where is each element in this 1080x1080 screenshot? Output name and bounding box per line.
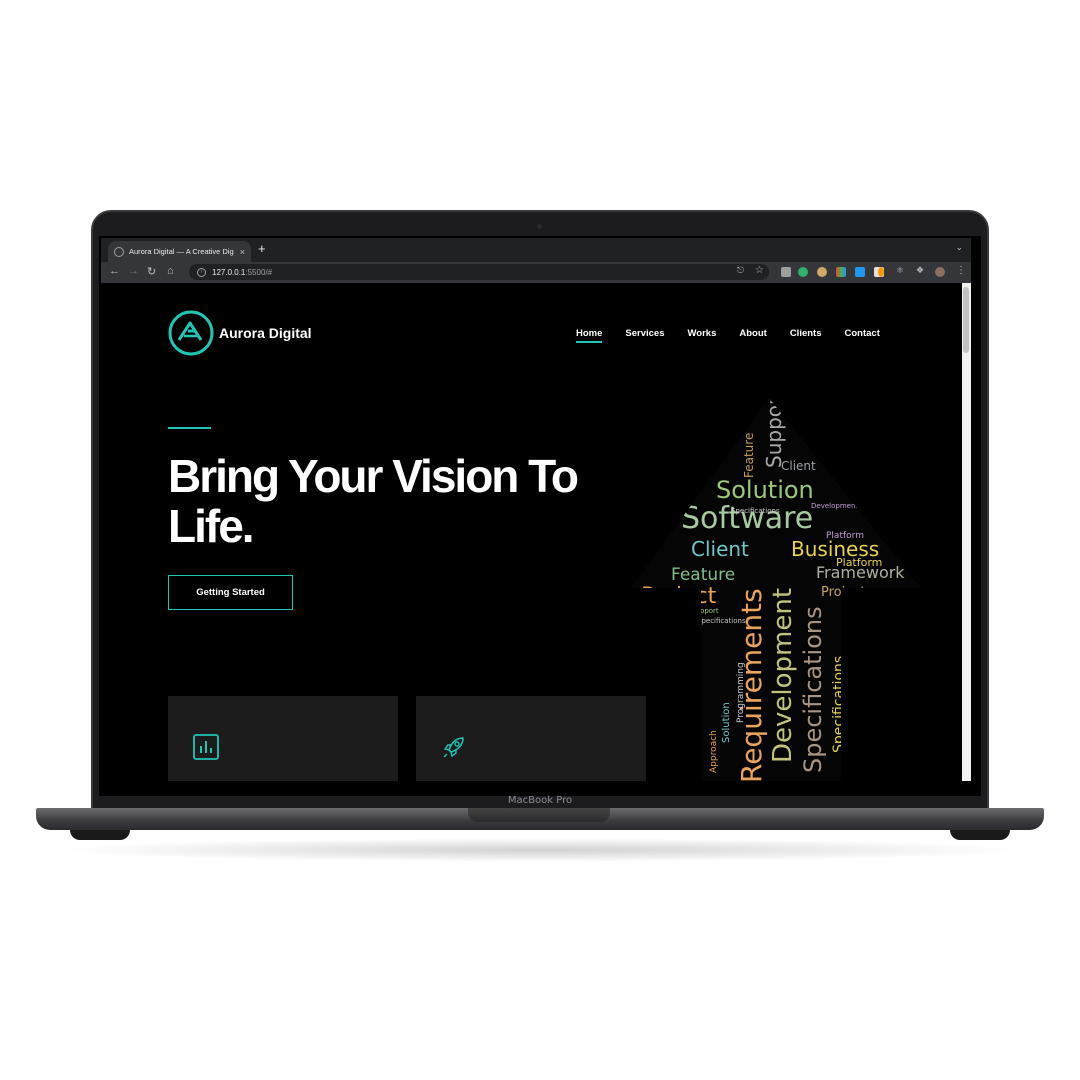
- laptop-notch: [468, 808, 610, 822]
- svg-text:Support: Support: [762, 398, 786, 468]
- react-extension-icon[interactable]: ⚛: [896, 265, 904, 276]
- url-path: :5500/#: [245, 267, 273, 277]
- svg-text:Support: Support: [691, 607, 719, 615]
- nav-item-about[interactable]: About: [739, 328, 766, 339]
- svg-text:Development: Development: [768, 588, 798, 763]
- nav-item-home[interactable]: Home: [576, 328, 603, 343]
- svg-text:Feature: Feature: [671, 565, 735, 585]
- web-page: Aurora Digital Home Services Works About…: [101, 283, 971, 781]
- browser-tab[interactable]: Aurora Digital — A Creative Dig ×: [108, 241, 251, 262]
- extension-icon[interactable]: [781, 267, 791, 277]
- svg-text:Platform: Platform: [836, 556, 882, 569]
- color-extension-icon[interactable]: [836, 267, 846, 277]
- svg-text:Specifications: Specifications: [731, 507, 780, 515]
- rocket-icon: [443, 737, 464, 758]
- menu-icon[interactable]: ⋮: [956, 265, 966, 276]
- aurora-logo-icon: [168, 310, 214, 356]
- nav-item-clients[interactable]: Clients: [790, 328, 822, 339]
- nav-item-services[interactable]: Services: [625, 328, 664, 339]
- reload-icon[interactable]: ↻: [147, 265, 156, 278]
- puzzle-icon[interactable]: ❖: [916, 265, 924, 276]
- chevron-down-icon[interactable]: ⌄: [955, 242, 963, 253]
- address-bar[interactable]: i 127.0.0.1:5500/#: [189, 264, 769, 280]
- svg-text:Solution: Solution: [721, 702, 732, 743]
- back-icon[interactable]: ←: [109, 265, 120, 277]
- feature-card[interactable]: [416, 696, 646, 781]
- laptop-shadow: [50, 838, 1030, 862]
- url-host: 127.0.0.1: [212, 267, 246, 277]
- grammar-extension-icon[interactable]: [798, 267, 808, 277]
- browser-toolbar: ← → ↻ ⌂ i 127.0.0.1:5500/# ⎋ ☆ ⚛ ❖ ⋮: [101, 262, 971, 283]
- dot-extension-icon[interactable]: [878, 267, 884, 277]
- avatar[interactable]: [935, 267, 945, 277]
- device-label: MacBook Pro: [507, 795, 573, 806]
- page-scrollbar[interactable]: [962, 283, 971, 781]
- svg-text:Solution: Solution: [716, 476, 814, 504]
- new-tab-button[interactable]: +: [258, 241, 266, 256]
- svg-text:Client: Client: [781, 459, 816, 473]
- window-extension-icon[interactable]: [855, 267, 865, 277]
- nav-item-contact[interactable]: Contact: [845, 328, 880, 339]
- info-icon[interactable]: i: [197, 267, 206, 277]
- svg-text:Specifications: Specifications: [831, 656, 847, 753]
- home-icon[interactable]: ⌂: [167, 265, 174, 277]
- nav-item-works[interactable]: Works: [688, 328, 717, 339]
- cookie-extension-icon[interactable]: [817, 267, 827, 277]
- forward-icon[interactable]: →: [128, 265, 139, 277]
- svg-text:Platform: Platform: [826, 531, 864, 541]
- svg-text:Specifications: Specifications: [697, 617, 746, 625]
- brand-name: Aurora Digital: [219, 325, 312, 341]
- getting-started-button[interactable]: Getting Started: [168, 575, 293, 610]
- feature-card[interactable]: [168, 696, 398, 781]
- software-wordcloud-image: Solution Software Client Business Featur…: [631, 398, 921, 781]
- tab-title: Aurora Digital — A Creative Dig: [129, 247, 234, 256]
- laptop-foot-right: [950, 830, 1010, 840]
- close-icon[interactable]: ×: [240, 247, 245, 257]
- star-icon[interactable]: ☆: [755, 265, 764, 276]
- svg-text:Development: Development: [811, 502, 858, 510]
- svg-text:Client: Client: [691, 537, 749, 561]
- laptop-foot-left: [70, 830, 130, 840]
- browser-tabbar: Aurora Digital — A Creative Dig × + ⌄: [101, 238, 971, 262]
- svg-text:Feature: Feature: [742, 433, 756, 478]
- svg-text:Solution: Solution: [651, 617, 680, 625]
- svg-text:Programming: Programming: [736, 662, 746, 723]
- globe-icon: [114, 246, 124, 257]
- svg-text:Testing: Testing: [855, 606, 888, 616]
- site-logo[interactable]: Aurora Digital: [168, 310, 312, 356]
- svg-text:Approach: Approach: [709, 730, 719, 773]
- webcam: [537, 224, 542, 229]
- svg-text:Specifications: Specifications: [799, 606, 827, 773]
- share-icon[interactable]: ⎋: [737, 265, 744, 276]
- svg-text:Testing: Testing: [660, 588, 682, 595]
- hero-title: Bring Your Vision To Life.: [168, 450, 579, 552]
- accent-divider: [168, 427, 211, 429]
- bar-chart-icon: [193, 734, 219, 760]
- svg-text:Project: Project: [821, 585, 865, 600]
- main-nav: Home Services Works About Clients Contac…: [576, 328, 903, 343]
- scroll-thumb[interactable]: [963, 287, 969, 353]
